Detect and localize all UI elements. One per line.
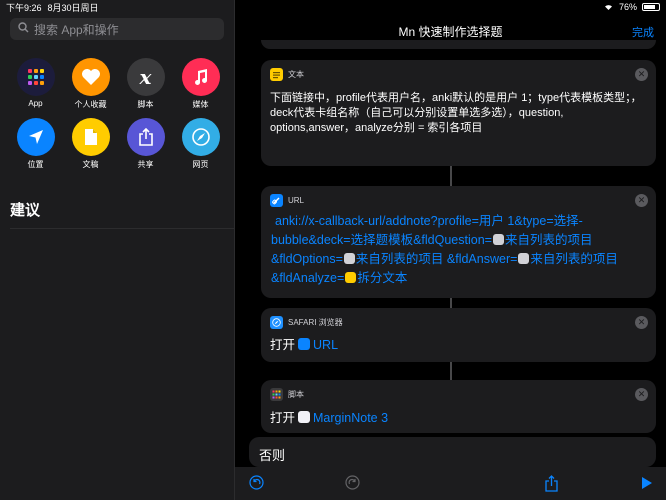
link-icon [270,194,283,207]
otherwise-block[interactable]: 否则 [249,437,656,467]
category-label: 共享 [137,160,154,169]
category-app[interactable]: App [8,58,63,110]
category-documents[interactable]: 文稿 [63,118,118,170]
url-text-line-4[interactable]: &fldAnalyze= 拆分文本 [271,269,642,288]
sidebar: 搜索 App和操作 App 个人收藏 x 脚本 媒体 位置 文稿 共享 网页 建… [0,0,235,500]
wifi-icon [603,2,614,12]
divider [10,228,234,229]
text-content[interactable]: 下面链接中，profile代表用户名，anki默认的是用户 1；type代表模板… [270,91,644,136]
done-button[interactable]: 完成 [632,24,654,40]
location-arrow-icon [16,118,55,156]
category-location[interactable]: 位置 [8,118,63,170]
app-grid-icon [16,58,55,96]
music-note-icon [181,58,220,96]
category-label: 脚本 [137,100,154,109]
page-title: Mn 快速制作选择题 [398,24,503,39]
previous-action-card[interactable] [261,40,656,49]
shortcut-editor: Mn 快速制作选择题 完成 文本 ✕ 下面链接中，profile代表用户名，an… [235,0,666,500]
url-text-line-3[interactable]: &fldOptions= 来自列表的项目 &fldAnswer= 来自列表的项目 [271,250,642,269]
url-text-line-2[interactable]: bubble&deck=选择题模板&fldQuestion= 来自列表的项目 [271,231,642,250]
marginnote-app-icon [298,411,311,423]
compass-icon [181,118,220,156]
url-action-card[interactable]: URL ✕ anki://x-callback-url/addnote?prof… [261,186,656,298]
play-icon[interactable] [641,476,653,495]
status-bar: 下午9:26 8月30日周日 76% [0,0,666,14]
search-placeholder: 搜索 App和操作 [34,22,119,37]
close-icon[interactable]: ✕ [635,194,648,207]
category-label: 文稿 [82,160,99,169]
url-text-line-1[interactable]: anki://x-callback-url/addnote?profile=用户… [275,212,642,231]
battery-percent: 76% [618,2,637,12]
bottom-toolbar [235,467,666,500]
heart-icon [71,58,110,96]
open-app-line[interactable]: 打开 MarginNote 3 [270,407,388,426]
open-app-action-card[interactable]: 脚本 ✕ 打开 MarginNote 3 [261,380,656,433]
app-token[interactable]: MarginNote 3 [313,411,388,425]
category-grid: App 个人收藏 x 脚本 媒体 位置 文稿 共享 网页 [8,58,228,170]
safari-action-card[interactable]: SAFARI 浏览器 ✕ 打开 URL [261,308,656,362]
close-icon[interactable]: ✕ [635,68,648,81]
variable-chip-icon [492,234,504,245]
status-time: 下午9:26 [6,2,42,13]
variable-token[interactable]: URL [313,338,338,352]
variable-chip-icon [345,272,357,283]
flow-connector [450,166,452,186]
variable-chip-icon [518,253,530,264]
open-url-line[interactable]: 打开 URL [270,334,338,353]
script-x-icon: x [126,58,165,96]
url-segment: bubble&deck=选择题模板&fldQuestion= [271,233,492,247]
variable-token[interactable]: 来自列表的项目 [505,233,593,247]
close-icon[interactable]: ✕ [635,316,648,329]
document-icon [71,118,110,156]
suggestions-heading: 建议 [10,202,41,219]
category-label: 个人收藏 [74,100,107,109]
variable-token[interactable]: 来自列表的项目 &fldAnswer= [356,252,518,266]
text-icon [270,68,283,81]
redo-icon[interactable] [345,475,360,495]
text-action-card[interactable]: 文本 ✕ 下面链接中，profile代表用户名，anki默认的是用户 1；typ… [261,60,656,166]
category-media[interactable]: 媒体 [173,58,228,110]
category-label: 位置 [27,160,44,169]
category-label: 网页 [192,160,209,169]
action-label: SAFARI 浏览器 [288,318,343,327]
otherwise-label: 否则 [259,448,286,463]
app-grid-icon [270,388,283,401]
category-label: 媒体 [192,100,209,109]
category-sharing[interactable]: 共享 [118,118,173,170]
category-label: App [28,99,43,108]
category-web[interactable]: 网页 [173,118,228,170]
undo-icon[interactable] [249,475,264,495]
action-label: URL [288,196,305,205]
url-segment: &fldAnalyze= [271,271,345,285]
variable-token[interactable]: 来自列表的项目 [530,252,618,266]
flow-connector [450,298,452,308]
category-scripting[interactable]: x 脚本 [118,58,173,110]
search-icon [18,22,34,36]
status-date: 8月30日周日 [47,2,99,13]
link-icon [298,338,311,350]
safari-compass-icon [270,316,283,329]
action-label: 脚本 [288,390,304,399]
flow-connector [450,362,452,380]
share-icon[interactable] [545,475,558,497]
variable-token[interactable]: 拆分文本 [357,271,407,285]
share-icon [126,118,165,156]
action-label: 文本 [288,70,304,79]
category-favorites[interactable]: 个人收藏 [63,58,118,110]
search-input[interactable]: 搜索 App和操作 [10,18,224,40]
url-segment: &fldOptions= [271,252,343,266]
action-verb: 打开 [270,338,296,352]
variable-chip-icon [343,253,355,264]
battery-icon [642,3,660,11]
close-icon[interactable]: ✕ [635,388,648,401]
action-verb: 打开 [270,411,296,425]
